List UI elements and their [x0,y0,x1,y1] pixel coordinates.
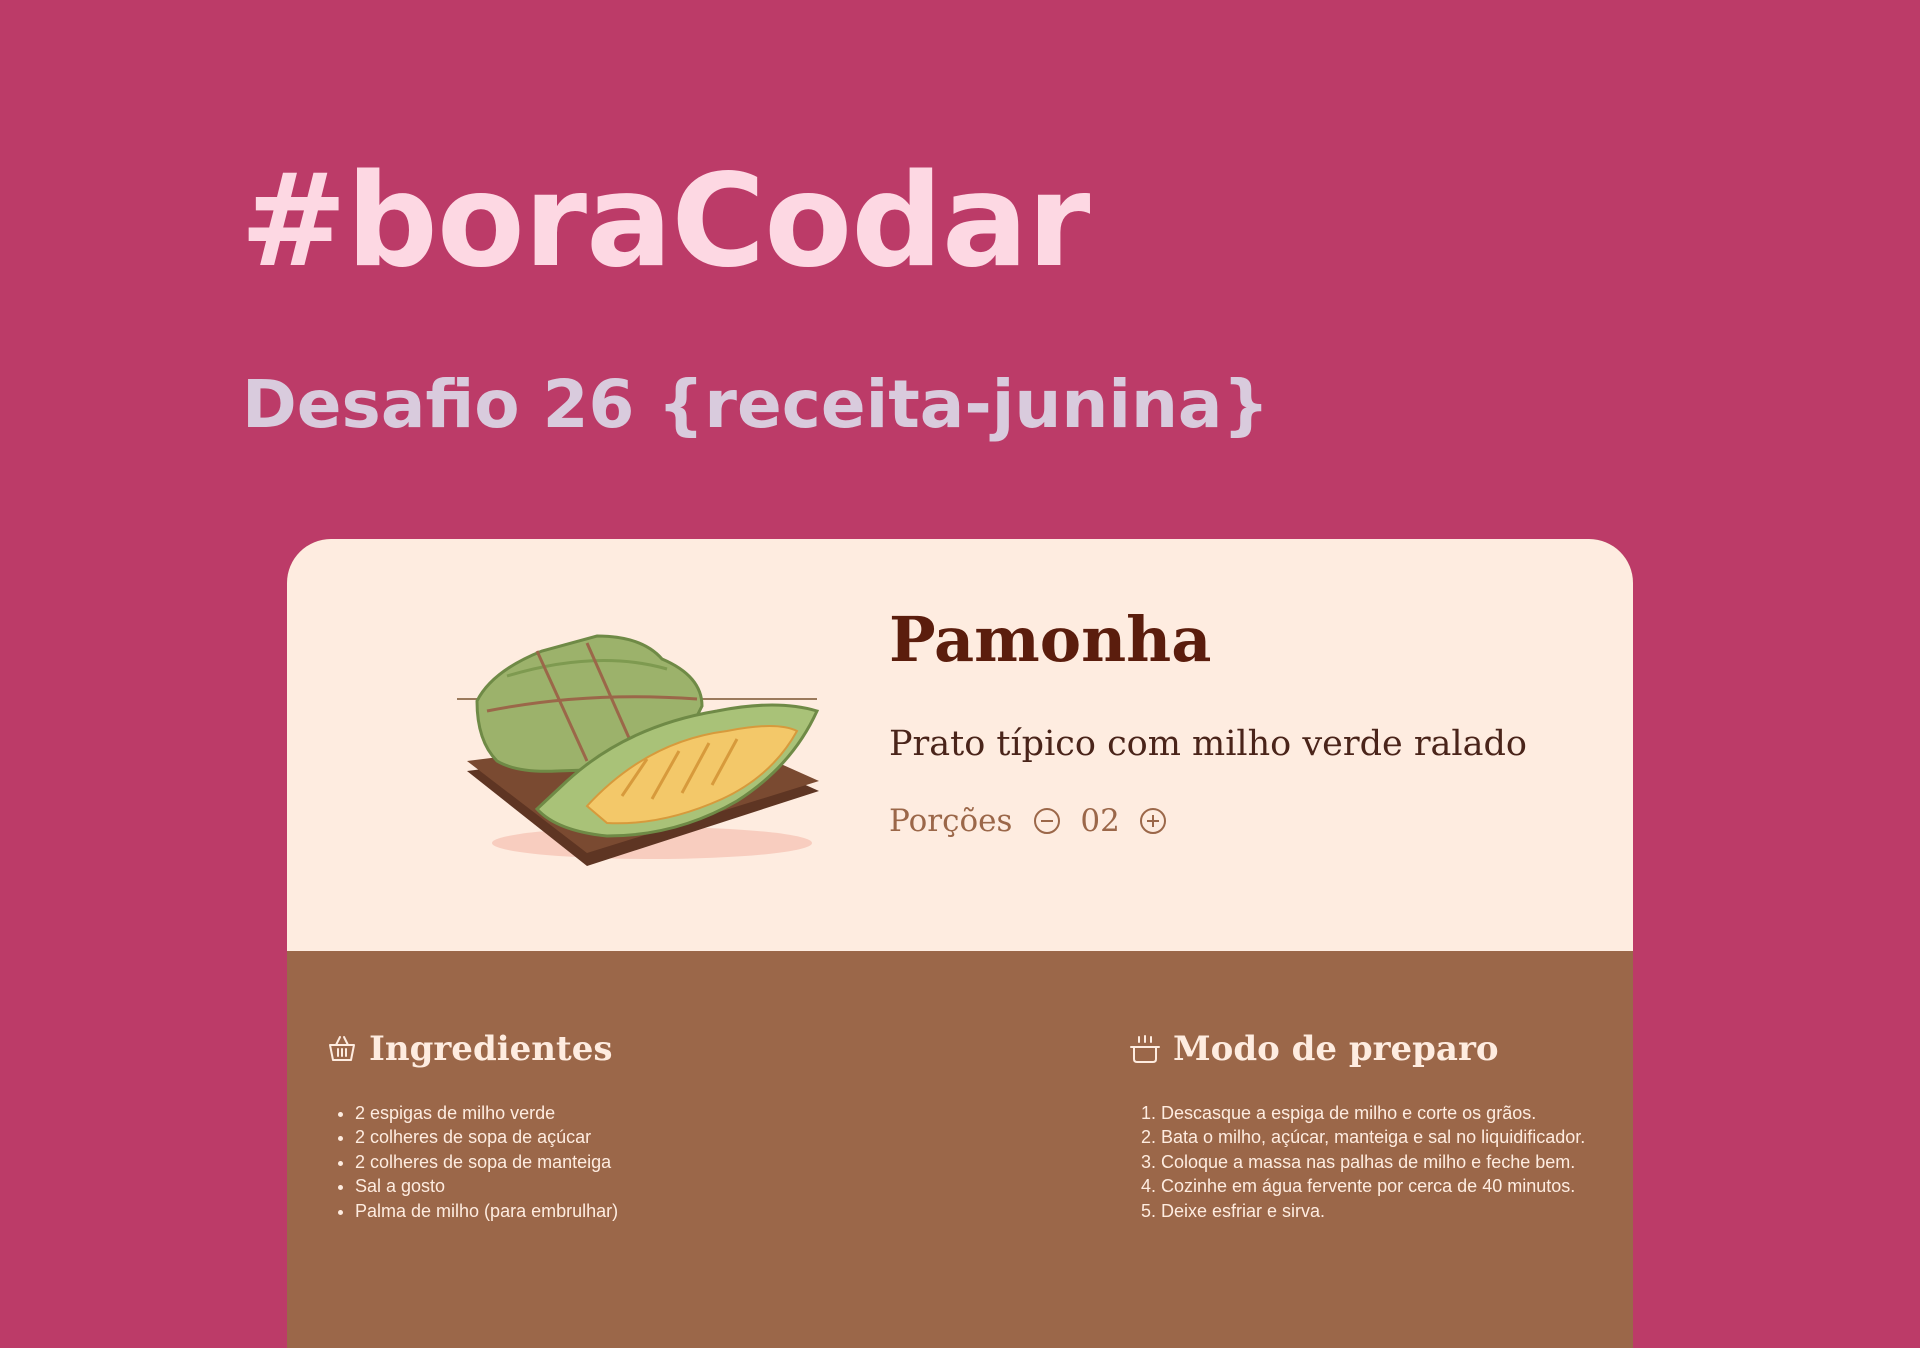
list-item: Descasque a espiga de milho e corte os g… [1161,1101,1585,1125]
page-subtitle: Desafio 26 {receita-junina} [242,366,1270,443]
list-item: Bata o milho, açúcar, manteiga e sal no … [1161,1125,1585,1149]
portions-value: 02 [1080,803,1120,839]
preparation-steps: Descasque a espiga de milho e corte os g… [1137,1101,1585,1223]
pamonha-illustration [457,634,820,866]
list-item: 2 colheres de sopa de manteiga [355,1150,618,1174]
recipe-description: Prato típico com milho verde ralado [889,724,1527,764]
list-item: Cozinhe em água fervente por cerca de 40… [1161,1174,1585,1198]
list-item: 2 colheres de sopa de açúcar [355,1125,618,1149]
basket-icon [329,1036,355,1061]
recipe-title: Pamonha [889,603,1212,676]
minus-circle-icon[interactable] [1032,806,1062,836]
list-item: Palma de milho (para embrulhar) [355,1199,618,1223]
cooking-pot-icon [1130,1035,1160,1063]
list-item: 2 espigas de milho verde [355,1101,618,1125]
recipe-card-header: Pamonha Prato típico com milho verde ral… [287,539,1633,951]
portions-label: Porções [889,803,1013,839]
preparation-title: Modo de preparo [1173,1029,1499,1069]
recipe-card: Pamonha Prato típico com milho verde ral… [287,539,1633,1348]
plus-circle-icon[interactable] [1138,806,1168,836]
ingredients-title: Ingredientes [369,1029,613,1069]
preparation-heading: Modo de preparo [1129,1029,1499,1069]
list-item: Sal a gosto [355,1174,618,1198]
page-title: #boraCodar [240,147,1090,296]
list-item: Deixe esfriar e sirva. [1161,1199,1585,1223]
portions-stepper: Porções 02 [889,803,1168,839]
ingredients-list: 2 espigas de milho verde 2 colheres de s… [335,1101,618,1223]
list-item: Coloque a massa nas palhas de milho e fe… [1161,1150,1585,1174]
ingredients-heading: Ingredientes [327,1029,612,1069]
